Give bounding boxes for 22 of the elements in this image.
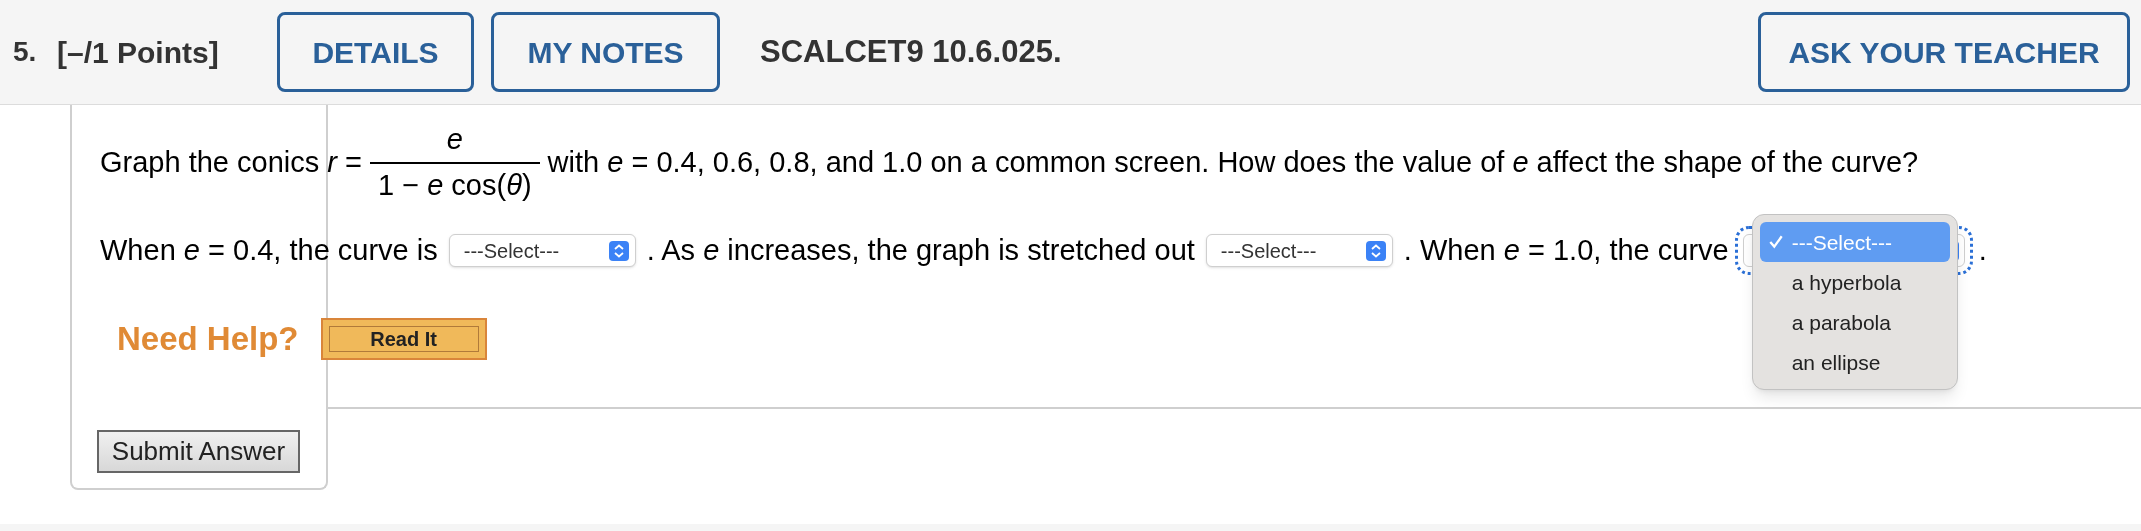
need-help-label: Need Help?	[117, 319, 299, 359]
ask-teacher-button[interactable]: ASK YOUR TEACHER	[1758, 12, 2130, 92]
question-text: Graph the conics r =	[100, 144, 362, 180]
answer-text: . When e = 1.0, the curve	[1403, 233, 1729, 268]
question-number: 5.	[13, 35, 38, 69]
select-dropdown[interactable]: ---Select---	[448, 234, 636, 268]
fraction: e 1 − e cos(θ)	[369, 118, 540, 207]
answer-text: .	[1978, 233, 1987, 268]
dropdown-option[interactable]: a hyperbola	[1759, 262, 1950, 303]
question-text: with e = 0.4, 0.6, 0.8, and 1.0 on a common screen. How does the value of e affect the shape of the curve?	[547, 144, 1919, 180]
problem-code: SCALCET9 10.6.025.	[760, 32, 1062, 71]
header-button[interactable]: DETAILS	[277, 12, 474, 92]
check-icon	[1767, 234, 1784, 251]
read-it-button[interactable]: Read It	[320, 317, 487, 360]
points-label: [–/1 Points]	[57, 34, 220, 71]
dropdown-option[interactable]: a parabola	[1759, 302, 1950, 343]
header-button[interactable]: MY NOTES	[491, 12, 720, 92]
answer-text: When e = 0.4, the curve is	[100, 233, 438, 268]
dropdown-option[interactable]: an ellipse	[1759, 342, 1950, 383]
submit-answer-button[interactable]: Submit Answer	[97, 430, 300, 473]
select-dropdown[interactable]: ---Select---	[1205, 234, 1393, 268]
answer-text: . As e increases, the graph is stretched out	[646, 233, 1195, 268]
